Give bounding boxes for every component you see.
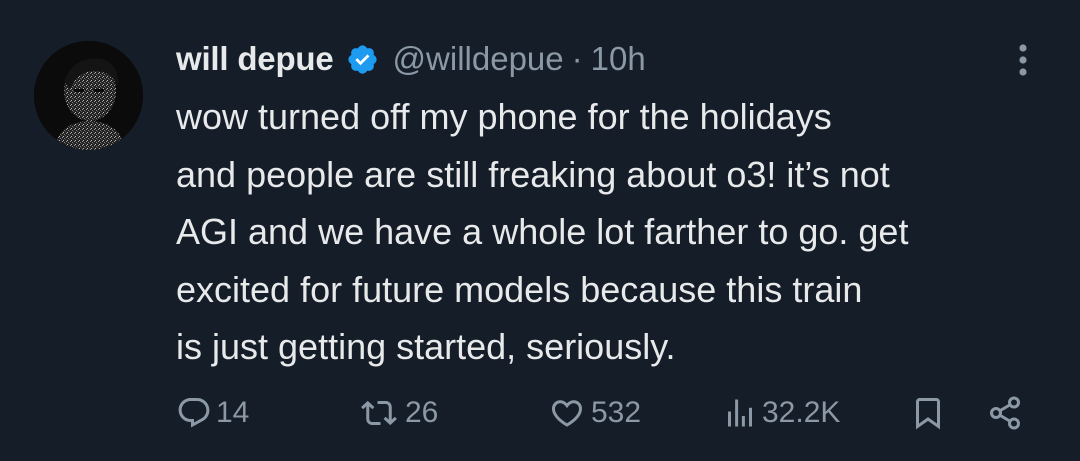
reply-icon: [178, 398, 210, 428]
timestamp[interactable]: 10h: [591, 40, 646, 78]
like-button[interactable]: 532: [547, 388, 641, 438]
more-options-button[interactable]: [1008, 40, 1038, 80]
heart-icon: [551, 400, 583, 427]
repost-count: 26: [405, 396, 439, 429]
tweet-text-line: is just getting started, seriously.: [176, 326, 676, 367]
avatar-photo-icon: [34, 41, 143, 150]
views-count: 32.2K: [762, 396, 841, 429]
bookmark-button[interactable]: [910, 388, 946, 438]
tweet-text-line: wow turned off my phone for the holidays: [176, 96, 832, 137]
display-name[interactable]: will depue: [176, 40, 334, 78]
tweet-text-line: excited for future models because this t…: [176, 268, 863, 310]
reply-count: 14: [216, 396, 250, 429]
avatar[interactable]: [34, 41, 143, 150]
views-icon: [728, 399, 752, 427]
tweet-text: wow turned off my phone for the holidays…: [176, 88, 1056, 376]
tweet-text-line: and people are still freaking about o3! …: [176, 153, 890, 195]
separator-dot: ·: [571, 40, 583, 77]
tweet-header: will depue @willdepue · 10h: [176, 34, 646, 84]
views-button[interactable]: 32.2K: [722, 388, 840, 438]
share-button[interactable]: [987, 388, 1023, 438]
reply-button[interactable]: 14: [176, 388, 249, 438]
tweet-text-line: AGI and we have a whole lot farther to g…: [176, 211, 909, 252]
like-count: 532: [591, 396, 642, 429]
repost-icon: [361, 400, 397, 426]
handle[interactable]: @willdepue: [393, 40, 564, 78]
tweet-card[interactable]: will depue @willdepue · 10h wow turned o…: [0, 0, 1080, 461]
action-bar: 14 26 532 32.2K: [0, 388, 1080, 438]
share-icon: [990, 396, 1020, 430]
more-vertical-icon: [1019, 44, 1027, 76]
bookmark-icon: [916, 398, 940, 430]
repost-button[interactable]: 26: [357, 388, 438, 438]
verified-badge-icon: [346, 43, 379, 76]
